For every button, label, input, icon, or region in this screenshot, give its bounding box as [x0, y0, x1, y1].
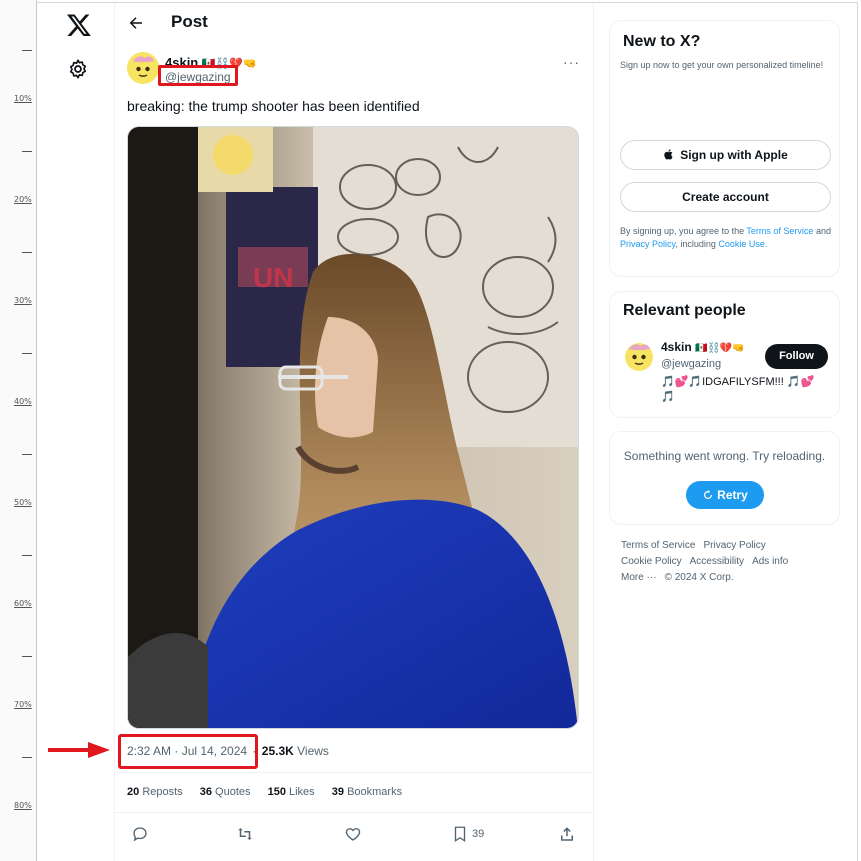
ruler-label: 70% [14, 700, 32, 709]
signup-title: New to X? [623, 33, 701, 50]
bookmark-icon[interactable] [451, 825, 469, 843]
follow-button[interactable]: Follow [765, 344, 828, 369]
footer-link[interactable]: Privacy Policy [703, 540, 765, 551]
relevant-name-text: 4skin [661, 340, 692, 354]
ruler-tick [22, 151, 32, 152]
repost-icon[interactable] [236, 825, 254, 843]
apple-icon [664, 149, 673, 160]
error-message: Something went wrong. Try reloading. [623, 449, 826, 463]
ruler-label: 40% [14, 397, 32, 406]
share-icon[interactable] [558, 825, 576, 843]
avatar[interactable] [127, 52, 159, 84]
more-options-icon[interactable]: ··· [563, 54, 580, 70]
apple-button-label: Sign up with Apple [680, 148, 788, 162]
avatar-face-icon [625, 343, 653, 371]
signup-card: New to X? Sign up now to get your own pe… [609, 20, 840, 277]
tweet-text: breaking: the trump shooter has been ide… [127, 98, 420, 114]
terms-text: and [813, 226, 831, 236]
relevant-people-title: Relevant people [623, 302, 746, 319]
quotes-stat[interactable]: 36 Quotes [200, 786, 251, 798]
bookmarks-label: Bookmarks [347, 786, 403, 798]
ruler-tick [22, 353, 32, 354]
footer-link[interactable]: Cookie Policy [621, 556, 682, 567]
refresh-icon [704, 490, 713, 499]
footer-link[interactable]: Accessibility [690, 556, 744, 567]
bookmarks-count: 39 [331, 786, 344, 798]
ruler-label: 20% [14, 195, 32, 204]
post-image[interactable]: UN [127, 126, 579, 729]
create-account-button[interactable]: Create account [620, 182, 831, 212]
footer-link[interactable]: Ads info [752, 556, 788, 567]
engagement-stats: 20 Reposts 36 Quotes 150 Likes 39 Bookma… [127, 786, 416, 798]
footer-more-link[interactable]: More ··· [621, 572, 657, 583]
terms-text: . [764, 239, 768, 249]
ruler-label: 30% [14, 296, 32, 305]
signup-terms: By signing up, you agree to the Terms of… [620, 225, 832, 251]
ruler-label: 80% [14, 801, 32, 810]
reposts-label: Reposts [142, 786, 183, 798]
reposts-count: 20 [127, 786, 140, 798]
terms-text: , including [675, 239, 719, 249]
ruler-label: 60% [14, 599, 32, 608]
arrow-left-icon[interactable] [127, 14, 145, 32]
left-nav [36, 3, 115, 861]
likes-count: 150 [267, 786, 286, 798]
cookie-link[interactable]: Cookie Use [718, 239, 765, 249]
retry-button[interactable]: Retry [686, 481, 764, 509]
relevant-handle[interactable]: @jewgazing [661, 358, 721, 370]
views-count: 25.3K [261, 744, 294, 758]
like-icon[interactable] [344, 825, 362, 843]
ruler-tick [22, 454, 32, 455]
footer-link[interactable]: Terms of Service [621, 540, 695, 551]
bookmark-action-count: 39 [472, 828, 485, 840]
retry-label: Retry [717, 488, 748, 502]
divider [114, 772, 593, 773]
avatar[interactable] [623, 340, 655, 372]
annotation-box-timestamp [118, 734, 258, 769]
ruler-label: 10% [14, 94, 32, 103]
signup-apple-button[interactable]: Sign up with Apple [620, 140, 831, 170]
terms-text: By signing up, you agree to the [620, 226, 747, 236]
post-actions: 39 [114, 820, 593, 848]
divider [114, 812, 593, 813]
annotation-arrow-icon [48, 742, 110, 758]
quotes-label: Quotes [215, 786, 251, 798]
ruler-tick [22, 757, 32, 758]
views-label: Views [297, 744, 329, 758]
ruler-label: 50% [14, 498, 32, 507]
ruler-tick [22, 50, 32, 51]
gear-icon[interactable] [67, 58, 89, 80]
ruler-tick [22, 252, 32, 253]
x-logo-icon[interactable] [66, 12, 92, 38]
relevant-name[interactable]: 4skin 🇲🇽⛓️💔🤜 [661, 340, 745, 354]
ruler-tick [22, 656, 32, 657]
ruler-tick [22, 555, 32, 556]
bookmarks-stat[interactable]: 39 Bookmarks [332, 786, 402, 798]
signup-subtitle: Sign up now to get your own personalized… [620, 60, 824, 70]
copyright: © 2024 X Corp. [664, 572, 734, 583]
frame-border [857, 2, 858, 861]
avatar-face-icon [129, 55, 157, 83]
sidebar-footer: Terms of Service Privacy Policy Cookie Po… [621, 538, 841, 586]
page-ruler: 10% 20% 30% 40% 50% 60% 70% 80% [0, 0, 37, 861]
annotation-box-handle [158, 65, 238, 86]
quotes-count: 36 [199, 786, 212, 798]
relevant-emojis: 🇲🇽⛓️💔🤜 [695, 343, 745, 354]
page-title: Post [171, 12, 208, 31]
terms-link[interactable]: Terms of Service [746, 226, 813, 236]
error-card: Something went wrong. Try reloading. Ret… [609, 431, 840, 525]
likes-label: Likes [289, 786, 315, 798]
likes-stat[interactable]: 150 Likes [268, 786, 315, 798]
reply-icon[interactable] [131, 825, 149, 843]
privacy-link[interactable]: Privacy Policy [620, 239, 675, 249]
relevant-bio: 🎵💕🎵IDGAFILYSFM!!! 🎵💕🎵 [661, 376, 815, 403]
reposts-stat[interactable]: 20 Reposts [127, 786, 183, 798]
relevant-people-card: Relevant people 4skin 🇲🇽⛓️💔🤜 @jewgazing … [609, 291, 840, 418]
post-photo: UN [128, 127, 578, 728]
svg-text:UN: UN [253, 262, 293, 293]
